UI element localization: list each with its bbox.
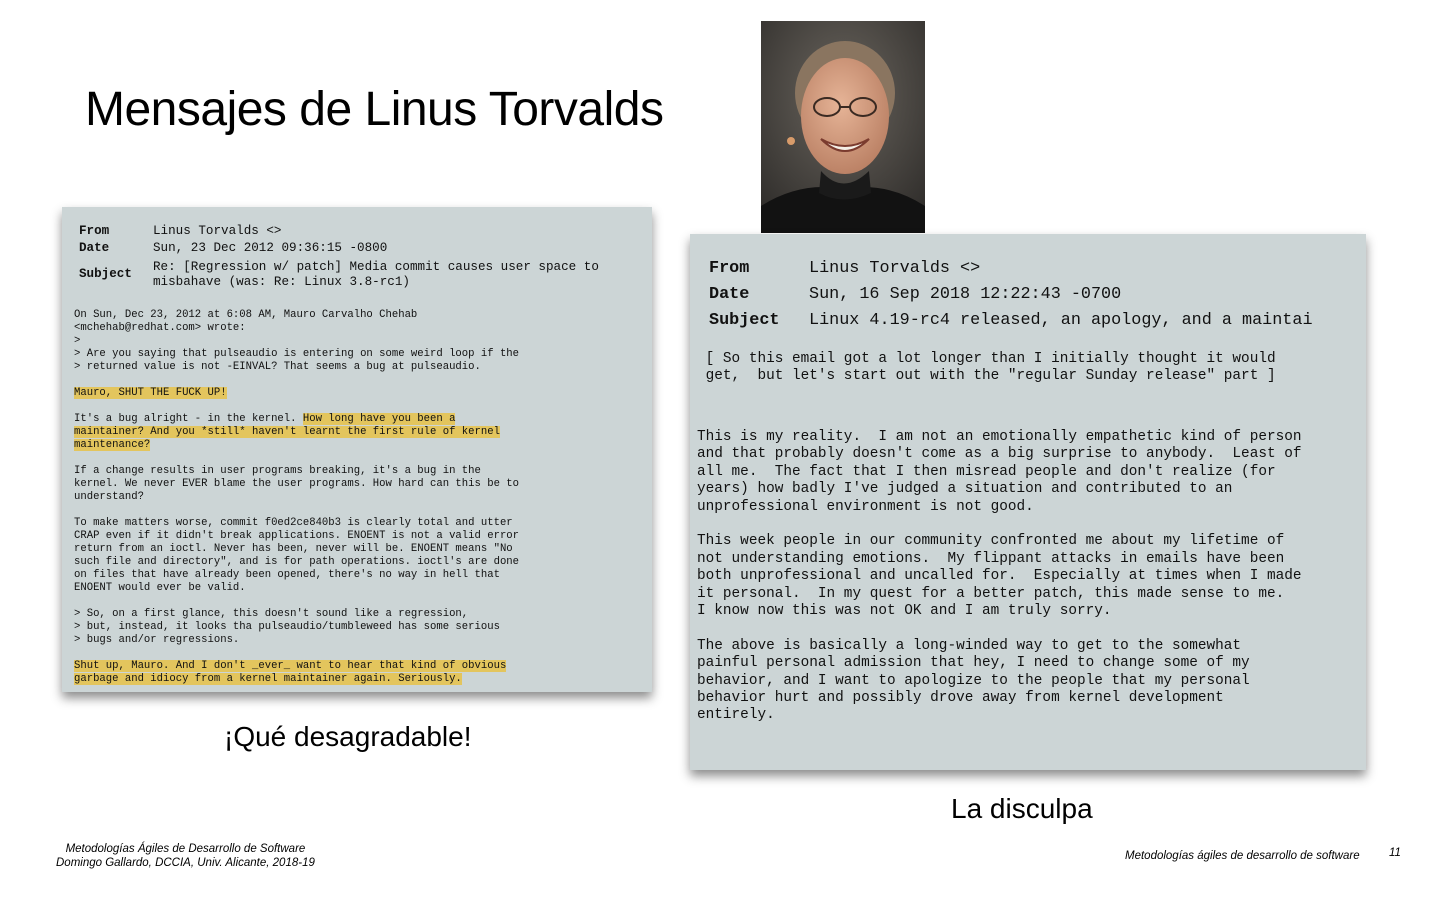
header-key: Date: [79, 241, 110, 255]
email-paragraph: If a change results in user programs bre…: [74, 465, 644, 504]
header-row: Date Sun, 23 Dec 2012 09:36:15 -0800: [79, 240, 599, 257]
email-paragraph: Mauro, SHUT THE FUCK UP!: [74, 387, 644, 400]
page-number: 11: [1389, 847, 1401, 859]
footer-course: Metodologías Ágiles de Desarrollo de Sof…: [65, 843, 306, 855]
header-value: Linus Torvalds <>: [153, 224, 282, 238]
email-text: It's a bug alright - in the kernel.: [74, 413, 303, 425]
email-card-insult: From Linus Torvalds <> Date Sun, 23 Dec …: [62, 207, 652, 692]
footer-course-title: Metodologías ágiles de desarrollo de sof…: [1125, 850, 1360, 862]
email-body: On Sun, Dec 23, 2012 at 6:08 AM, Mauro C…: [74, 309, 644, 699]
header-row: Subject Re: [Regression w/ patch] Media …: [79, 260, 599, 290]
slide-title: Mensajes de Linus Torvalds: [85, 83, 664, 136]
header-value: Linux 4.19-rc4 released, an apology, and…: [809, 311, 1313, 330]
email-text: To make matters worse, commit f0ed2ce840…: [74, 517, 520, 594]
email-paragraph: On Sun, Dec 23, 2012 at 6:08 AM, Mauro C…: [74, 309, 644, 374]
email-text: > So, on a first glance, this doesn't so…: [74, 608, 500, 646]
email-paragraph: This is my reality. I am not an emotiona…: [697, 429, 1302, 515]
header-key: Subject: [709, 311, 780, 330]
highlighted-text: Mauro, SHUT THE FUCK UP!: [74, 387, 227, 399]
email-paragraph: Shut up, Mauro. And I don't _ever_ want …: [74, 660, 644, 686]
header-row: Subject Linux 4.19-rc4 released, an apol…: [709, 308, 1313, 334]
header-row: From Linus Torvalds <>: [709, 256, 1313, 282]
caption-right: La disculpa: [951, 793, 1093, 824]
email-intro: [ So this email got a lot longer than I …: [705, 351, 1276, 385]
caption-left: ¡Qué desagradable!: [224, 721, 472, 752]
portrait-photo: [761, 21, 925, 233]
header-key: From: [79, 224, 110, 238]
header-row: From Linus Torvalds <>: [79, 223, 599, 240]
header-key: From: [709, 259, 750, 278]
email-paragraph: > So, on a first glance, this doesn't so…: [74, 608, 644, 647]
header-value: Sun, 16 Sep 2018 12:22:43 -0700: [809, 285, 1122, 304]
header-value: Re: [Regression w/ patch] Media commit c…: [153, 260, 599, 289]
header-value: Linus Torvalds <>: [809, 259, 981, 278]
email-text: On Sun, Dec 23, 2012 at 6:08 AM, Mauro C…: [74, 309, 520, 373]
email-paragraph: The above is basically a long-winded way…: [697, 637, 1250, 724]
email-body: This is my reality. I am not an emotiona…: [697, 429, 1362, 742]
email-text: If a change results in user programs bre…: [74, 465, 520, 503]
header-value: Sun, 23 Dec 2012 09:36:15 -0800: [153, 241, 388, 255]
email-paragraph: To make matters worse, commit f0ed2ce840…: [74, 517, 644, 595]
footer-author: Domingo Gallardo, DCCIA, Univ. Alicante,…: [56, 857, 315, 869]
email-headers: From Linus Torvalds <> Date Sun, 23 Dec …: [79, 223, 599, 290]
header-key: Date: [709, 285, 750, 304]
footer-credits: Metodologías Ágiles de Desarrollo de Sof…: [56, 842, 315, 870]
email-card-apology: From Linus Torvalds <> Date Sun, 16 Sep …: [690, 234, 1366, 770]
email-paragraph: It's a bug alright - in the kernel. How …: [74, 413, 644, 452]
highlighted-text: Shut up, Mauro. And I don't _ever_ want …: [74, 660, 507, 685]
email-headers: From Linus Torvalds <> Date Sun, 16 Sep …: [709, 256, 1313, 334]
header-key: Subject: [79, 267, 132, 281]
header-row: Date Sun, 16 Sep 2018 12:22:43 -0700: [709, 282, 1313, 308]
email-paragraph: This week people in our community confro…: [697, 533, 1302, 620]
